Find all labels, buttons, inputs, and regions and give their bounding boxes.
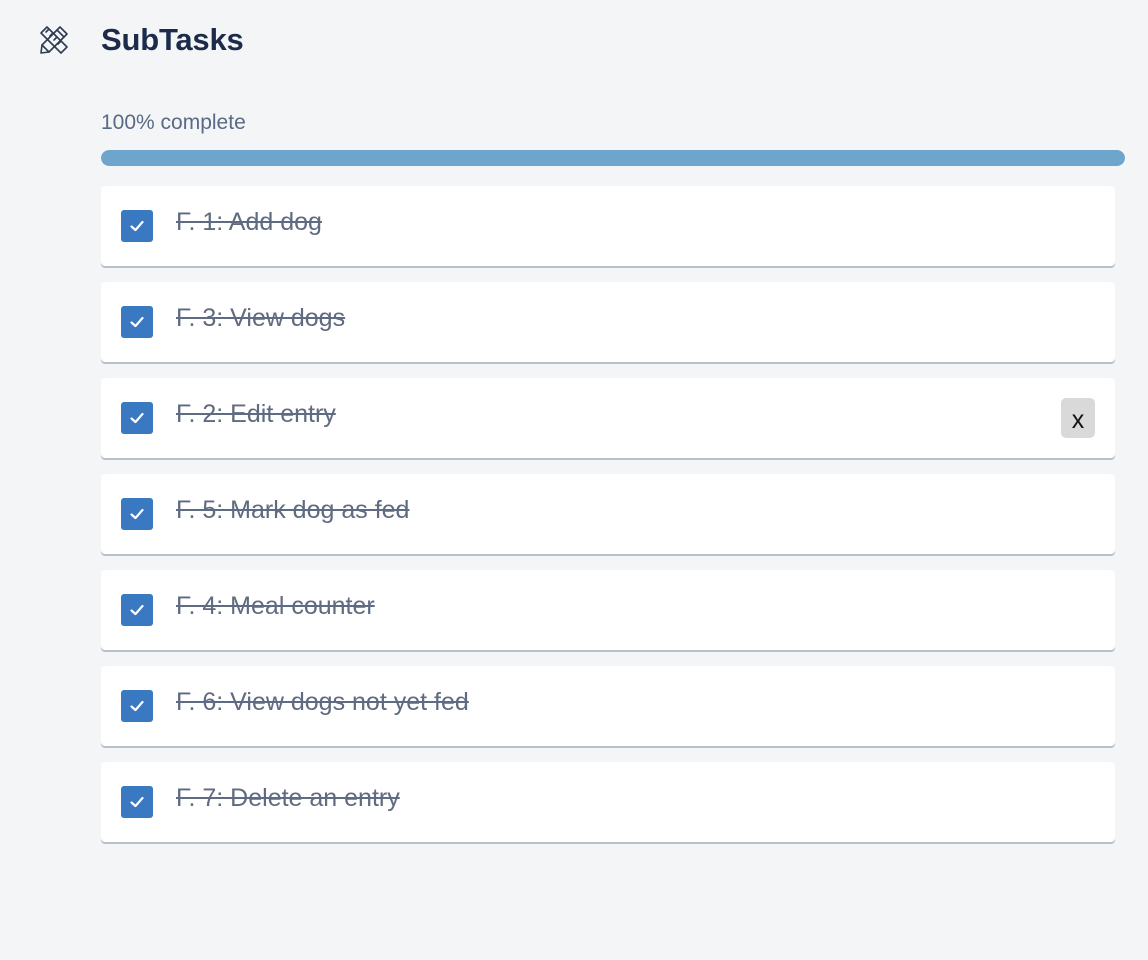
subtask-label: F. 7: Delete an entry — [176, 784, 400, 812]
checkmark-icon — [130, 220, 144, 232]
subtask-label: F. 5: Mark dog as fed — [176, 496, 410, 524]
subtask-checkbox[interactable] — [121, 306, 153, 338]
subtask-label: F. 3: View dogs — [176, 304, 346, 332]
subtask-label: F. 1: Add dog — [176, 208, 322, 236]
subtask-item: F. 2: Edit entry x — [101, 378, 1115, 458]
subtask-list: F. 1: Add dog F. 3: View dogs F. 2: Edit… — [101, 186, 1115, 858]
subtask-item: F. 3: View dogs — [101, 282, 1115, 362]
subtask-item: F. 7: Delete an entry — [101, 762, 1115, 842]
pencil-ruler-icon — [38, 24, 70, 56]
subtask-label: F. 4: Meal counter — [176, 592, 375, 620]
checkmark-icon — [130, 508, 144, 520]
subtask-checkbox[interactable] — [121, 594, 153, 626]
progress-label: 100% complete — [101, 111, 246, 134]
checkmark-icon — [130, 604, 144, 616]
subtask-checkbox[interactable] — [121, 402, 153, 434]
subtask-checkbox[interactable] — [121, 498, 153, 530]
subtask-checkbox[interactable] — [121, 690, 153, 722]
progress-bar-fill — [101, 150, 1125, 166]
subtask-item: F. 4: Meal counter — [101, 570, 1115, 650]
subtask-item: F. 6: View dogs not yet fed — [101, 666, 1115, 746]
subtask-item: F. 1: Add dog — [101, 186, 1115, 266]
subtask-label: F. 2: Edit entry — [176, 400, 336, 428]
checkmark-icon — [130, 316, 144, 328]
page-title: SubTasks — [101, 22, 244, 57]
checkmark-icon — [130, 700, 144, 712]
checkmark-icon — [130, 796, 144, 808]
subtask-checkbox[interactable] — [121, 786, 153, 818]
delete-subtask-button[interactable]: x — [1061, 398, 1095, 438]
subtask-label: F. 6: View dogs not yet fed — [176, 688, 469, 716]
subtask-checkbox[interactable] — [121, 210, 153, 242]
subtask-item: F. 5: Mark dog as fed — [101, 474, 1115, 554]
checkmark-icon — [130, 412, 144, 424]
progress-bar — [101, 150, 1125, 166]
